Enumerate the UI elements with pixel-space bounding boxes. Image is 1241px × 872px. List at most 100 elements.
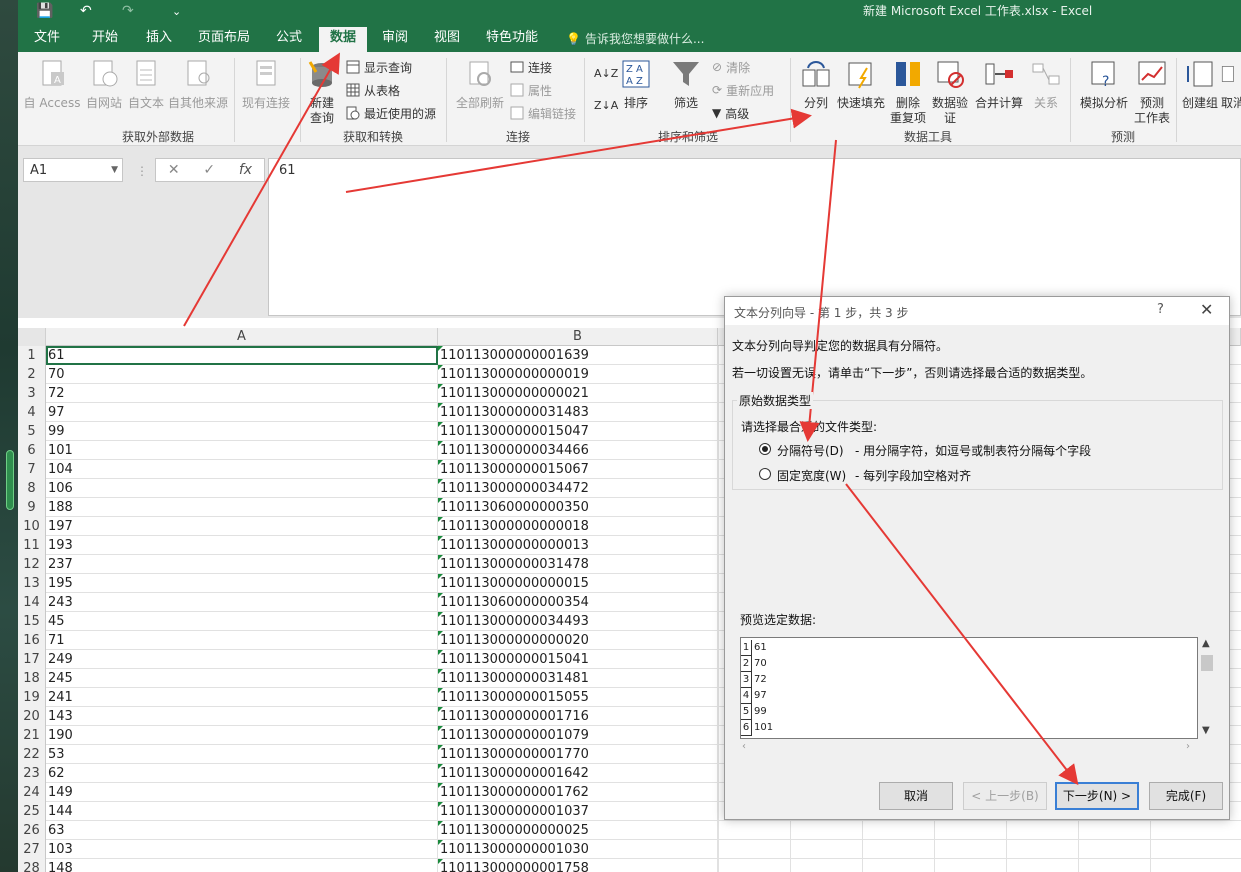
row-header[interactable]: 23 <box>18 764 46 783</box>
tab-insert[interactable]: 插入 <box>138 27 180 52</box>
next-button[interactable]: 下一步(N) > <box>1055 782 1139 810</box>
fixed-width-radio[interactable] <box>759 468 771 480</box>
row-header[interactable]: 1 <box>18 346 46 365</box>
row-header[interactable]: 22 <box>18 745 46 764</box>
help-icon[interactable]: ? <box>1157 302 1164 317</box>
forecast-sheet-button[interactable]: 预测 工作表 <box>1132 58 1172 126</box>
cell-b[interactable]: 110113000000031478 <box>438 555 718 574</box>
cell-b[interactable]: 110113000000001770 <box>438 745 718 764</box>
remove-duplicates-button[interactable]: 删除 重复项 <box>888 58 928 126</box>
row-header[interactable]: 16 <box>18 631 46 650</box>
row-header[interactable]: 27 <box>18 840 46 859</box>
tab-formulas[interactable]: 公式 <box>268 27 310 52</box>
cell-b[interactable]: 110113000000031481 <box>438 669 718 688</box>
cell-b[interactable]: 110113000000001716 <box>438 707 718 726</box>
row-header[interactable]: 11 <box>18 536 46 555</box>
row-header[interactable]: 18 <box>18 669 46 688</box>
select-all-corner[interactable] <box>18 328 46 346</box>
cell-b[interactable]: 110113000000000019 <box>438 365 718 384</box>
cell-b[interactable]: 110113000000001639 <box>438 346 718 365</box>
row-header[interactable]: 12 <box>18 555 46 574</box>
delimited-radio[interactable] <box>759 443 771 455</box>
tab-view[interactable]: 视图 <box>426 27 468 52</box>
name-box[interactable]: A1 ▼ <box>23 158 123 182</box>
back-button[interactable]: < 上一步(B) <box>963 782 1047 810</box>
row-header[interactable]: 7 <box>18 460 46 479</box>
sort-button[interactable]: Z AA Z 排序 <box>618 58 654 111</box>
row-header[interactable]: 8 <box>18 479 46 498</box>
tab-data[interactable]: 数据 <box>319 27 367 52</box>
cell-b[interactable]: 110113000000034472 <box>438 479 718 498</box>
cell-a[interactable]: 97 <box>46 403 438 422</box>
cell-b[interactable]: 110113000000034466 <box>438 441 718 460</box>
row-header[interactable]: 9 <box>18 498 46 517</box>
cell-a[interactable]: 143 <box>46 707 438 726</box>
data-preview[interactable]: 1 61 2 70 3 72 4 97 5 99 6 101 <box>740 637 1198 739</box>
row-header[interactable]: 25 <box>18 802 46 821</box>
cell-b[interactable]: 110113000000000018 <box>438 517 718 536</box>
advanced-button[interactable]: ▼ 高级 <box>712 104 749 122</box>
row-header[interactable]: 5 <box>18 422 46 441</box>
filter-button[interactable]: 筛选 <box>668 58 704 111</box>
tab-file[interactable]: 文件 <box>26 27 68 52</box>
cell-a[interactable]: 245 <box>46 669 438 688</box>
cell-b[interactable]: 110113000000015041 <box>438 650 718 669</box>
cell-b[interactable]: 110113000000015055 <box>438 688 718 707</box>
row-header[interactable]: 28 <box>18 859 46 872</box>
show-queries-button[interactable]: 显示查询 <box>346 58 412 76</box>
tell-me-box[interactable]: 💡 告诉我您想要做什么... <box>566 30 704 47</box>
cell-a[interactable]: 188 <box>46 498 438 517</box>
cell-a[interactable]: 104 <box>46 460 438 479</box>
cell-a[interactable]: 71 <box>46 631 438 650</box>
cell-b[interactable]: 110113000000001762 <box>438 783 718 802</box>
cell-a[interactable]: 190 <box>46 726 438 745</box>
cell-b[interactable]: 110113000000000021 <box>438 384 718 403</box>
fixed-width-label[interactable]: 固定宽度(W) <box>777 467 846 484</box>
delimited-label[interactable]: 分隔符号(D) <box>777 442 844 459</box>
cell-b[interactable]: 110113000000015047 <box>438 422 718 441</box>
insert-function-icon[interactable]: fx <box>239 162 252 178</box>
cell-b[interactable]: 110113000000031483 <box>438 403 718 422</box>
sort-ascending-icon[interactable]: A↓Z <box>594 64 618 82</box>
sort-descending-icon[interactable]: Z↓A <box>594 96 618 114</box>
row-header[interactable]: 26 <box>18 821 46 840</box>
existing-connections-button[interactable]: 现有连接 <box>238 58 294 111</box>
reapply-button[interactable]: ⟳ 重新应用 <box>712 81 774 99</box>
cell-a[interactable]: 101 <box>46 441 438 460</box>
row-header[interactable]: 14 <box>18 593 46 612</box>
cell-b[interactable]: 110113000000001030 <box>438 840 718 859</box>
column-header-b[interactable]: B <box>438 328 718 346</box>
chevron-down-icon[interactable]: ▼ <box>111 165 118 175</box>
recent-sources-button[interactable]: 最近使用的源 <box>346 104 436 122</box>
scroll-thumb[interactable] <box>1201 655 1213 671</box>
cell-a[interactable]: 99 <box>46 422 438 441</box>
row-header[interactable]: 13 <box>18 574 46 593</box>
row-header[interactable]: 19 <box>18 688 46 707</box>
cell-b[interactable]: 110113000000000025 <box>438 821 718 840</box>
cell-a[interactable]: 103 <box>46 840 438 859</box>
redo-icon[interactable]: ↷ <box>122 0 134 22</box>
close-icon[interactable]: ✕ <box>1200 300 1213 319</box>
tab-review[interactable]: 审阅 <box>374 27 416 52</box>
cell-a[interactable]: 62 <box>46 764 438 783</box>
cell-a[interactable]: 63 <box>46 821 438 840</box>
cell-a[interactable]: 106 <box>46 479 438 498</box>
edit-links-button[interactable]: 编辑链接 <box>510 104 576 122</box>
scroll-left-icon[interactable]: ‹ <box>742 741 746 752</box>
scroll-down-icon[interactable]: ▼ <box>1202 725 1210 736</box>
cell-b[interactable]: 110113060000000350 <box>438 498 718 517</box>
cell-a[interactable]: 249 <box>46 650 438 669</box>
clear-button[interactable]: ⊘ 清除 <box>712 58 750 76</box>
from-other-sources-button[interactable]: 自其他来源 <box>166 58 230 111</box>
enter-icon[interactable]: ✓ <box>203 162 215 178</box>
column-header-a[interactable]: A <box>46 328 438 346</box>
tab-home[interactable]: 开始 <box>84 27 126 52</box>
group-button[interactable]: 创建组 <box>1180 58 1220 111</box>
what-if-analysis-button[interactable]: ? 模拟分析 <box>1076 58 1132 111</box>
row-header[interactable]: 3 <box>18 384 46 403</box>
cancel-button[interactable]: 取消 <box>879 782 953 810</box>
cell-b[interactable]: 110113000000000020 <box>438 631 718 650</box>
row-header[interactable]: 4 <box>18 403 46 422</box>
cell-a[interactable]: 45 <box>46 612 438 631</box>
row-header[interactable]: 15 <box>18 612 46 631</box>
